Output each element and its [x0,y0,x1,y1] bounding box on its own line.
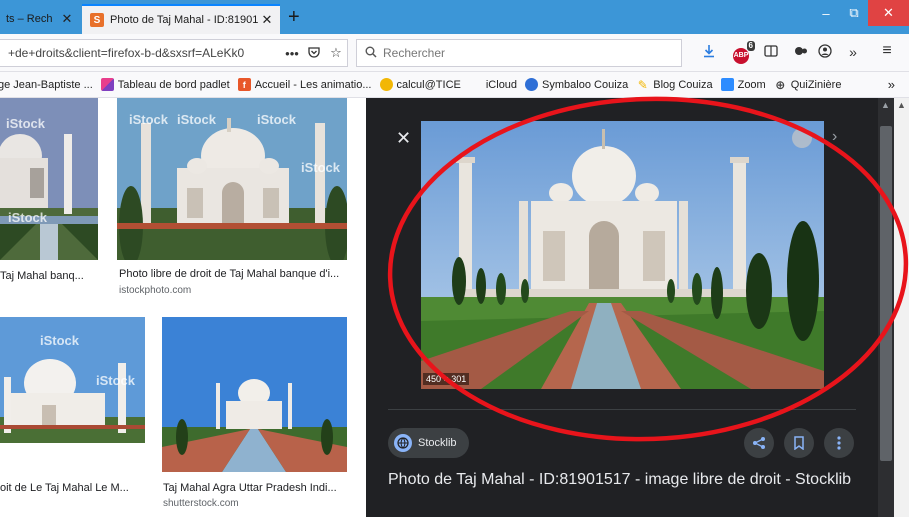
watermark: iStock [96,373,136,388]
adblock-plus-icon[interactable]: ABP 6 [730,41,755,64]
search-input[interactable]: Rechercher [356,39,682,67]
bookmark-label: Blog Couiza [653,78,713,91]
url-text: +de+droits&client=firefox-b-d&sxsrf=ALeK… [8,46,245,60]
result-title-3[interactable]: oit de Le Taj Mahal Le M... [0,482,145,494]
minimize-button[interactable]: – [812,0,840,26]
bookmark-symbaloo[interactable]: Symbaloo Couiza [525,78,628,91]
share-button[interactable] [744,428,774,458]
bookmark-icon [794,436,804,450]
share-icon [753,437,765,449]
preview-title[interactable]: Photo de Taj Mahal - ID:81901517 - image… [388,468,858,492]
new-tab-button[interactable]: + [288,6,300,29]
close-preview-button[interactable]: ✕ [396,128,411,149]
bookmark-calcul-tice[interactable]: calcul@TICE [379,78,461,91]
preview-image[interactable]: 450 × 301 [421,121,824,389]
bookmark-padlet[interactable]: Tableau de bord padlet [100,78,230,91]
watermark: iStock [177,112,217,127]
bookmark-star-icon[interactable]: ☆ [325,45,347,61]
result-image-4[interactable] [162,317,347,472]
adblock-badge: 6 [746,41,755,51]
padlet-icon [100,78,114,91]
result-image-1[interactable]: iStock iStock [0,98,98,260]
bookmark-label: Zoom [737,78,766,91]
bookmark-blog-couiza[interactable]: ✎ Blog Couiza [636,77,713,92]
image-size-badge: 450 × 301 [423,373,470,385]
download-icon[interactable] [698,44,720,61]
more-options-button[interactable] [824,428,854,458]
result-title-2[interactable]: Photo libre de droit de Taj Mahal banque… [119,268,349,280]
tab-photo-taj-mahal[interactable]: S Photo de Taj Mahal - ID:81901 ✕ [82,4,280,34]
bookmark-animations[interactable]: f Accueil - Les animatio... [237,78,372,91]
bookmarks-overflow-icon[interactable]: » [888,77,895,92]
bookmark-label: calcul@TICE [396,78,461,91]
watermark: iStock [40,333,80,348]
watermark: iStock [129,112,169,127]
bookmark-label: Tableau de bord padlet [117,78,230,91]
bookmark-label: Accueil - Les animatio... [254,78,372,91]
globe-icon: ⊕ [775,77,786,92]
bookmark-label: QuiZinière [790,78,842,91]
bookmark-label: Symbaloo Couiza [542,78,629,91]
symbaloo-icon [525,78,539,91]
bookmarks-bar: ge Jean-Baptiste ... Tableau de bord pad… [0,72,909,98]
globe-icon [394,434,412,452]
bookmark-label: iCloud [485,78,518,91]
close-tab-icon[interactable]: ✕ [60,11,74,27]
navigation-bar: +de+droits&client=firefox-b-d&sxsrf=ALeK… [0,34,909,72]
pencil-icon: ✎ [637,77,648,92]
bookmark-label: ge Jean-Baptiste ... [0,78,93,91]
overflow-menu-icon[interactable]: » [842,44,864,60]
pocket-icon[interactable] [303,45,325,62]
watermark: iStock [8,210,48,225]
result-source-4[interactable]: shutterstock.com [163,498,239,509]
result-title-1[interactable]: Taj Mahal banq... [0,270,98,282]
bookmark-zoom[interactable]: Zoom [720,78,766,91]
source-name: Stocklib [418,437,457,449]
tab-strip: ts – Rech ✕ S Photo de Taj Mahal - ID:81… [0,0,909,34]
result-image-2[interactable]: iStock iStock iStock iStock [117,98,347,260]
tab-search-results[interactable]: ts – Rech ✕ [0,4,80,34]
save-button[interactable] [784,428,814,458]
panel-scrollbar-thumb[interactable] [880,126,892,461]
watermark: iStock [301,160,341,175]
more-vert-icon [837,436,841,450]
result-image-3[interactable]: iStock iStock [0,317,145,443]
animations-icon: f [237,78,251,91]
result-title-4[interactable]: Taj Mahal Agra Uttar Pradesh Indi... [163,482,348,494]
image-preview-panel: ✕ 450 × 301 › Stocklib Photo de Taj Maha… [366,98,878,517]
stocklib-favicon-icon: S [90,13,104,27]
hamburger-menu-icon[interactable]: ≡ [876,42,898,60]
tab-label: ts – Rech [6,13,53,25]
page-content: iStock iStock Taj Mahal banq... iStock i… [0,98,909,517]
apple-icon [469,78,482,91]
watermark: iStock [6,116,46,131]
source-chip[interactable]: Stocklib [388,428,469,458]
account-icon[interactable] [814,44,836,61]
watermark: iStock [257,112,297,127]
scroll-up-icon[interactable]: ▲ [881,100,890,110]
calcul-tice-icon [379,78,393,91]
page-actions-icon[interactable]: ••• [281,46,303,61]
bookmark-quiziniere[interactable]: ⊕ QuiZinière [774,77,842,92]
next-image-button[interactable]: › [832,128,837,146]
close-tab-icon[interactable]: ✕ [260,12,274,28]
bookmark-icloud[interactable]: iCloud [469,78,517,91]
bookmark-jean-baptiste[interactable]: ge Jean-Baptiste ... [0,79,93,91]
page-scroll-up-icon[interactable]: ▲ [897,100,906,110]
extension-icon[interactable] [790,44,812,60]
page-scrollbar[interactable] [894,98,909,517]
reader-view-icon[interactable] [760,44,782,60]
overlay-icon[interactable] [792,128,812,148]
search-icon [365,46,377,61]
url-bar[interactable]: +de+droits&client=firefox-b-d&sxsrf=ALeK… [0,39,348,67]
divider [388,409,856,410]
search-placeholder: Rechercher [383,46,446,60]
close-window-button[interactable]: ✕ [868,0,909,26]
result-source-2[interactable]: istockphoto.com [119,285,191,296]
tab-label: Photo de Taj Mahal - ID:81901 [110,14,259,26]
zoom-icon [720,78,734,91]
maximize-button[interactable]: ⧉ [840,0,868,26]
